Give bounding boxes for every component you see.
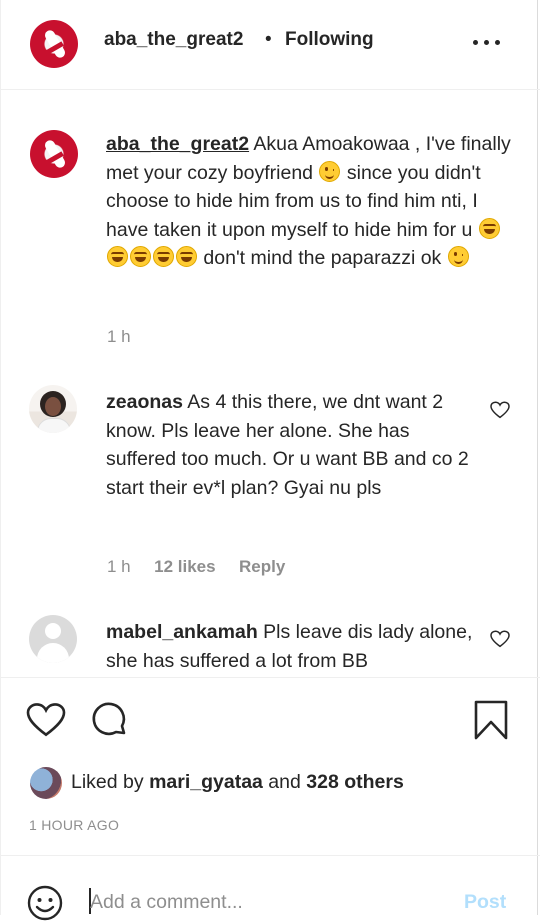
like-heart-icon[interactable] xyxy=(26,702,66,738)
laughing-emoji-icon xyxy=(153,246,174,267)
post-caption: aba_the_great2 Akua Amoakowaa , I've fin… xyxy=(106,130,516,273)
commenter-avatar[interactable] xyxy=(29,615,77,663)
post-button[interactable]: Post xyxy=(464,891,506,914)
wink-emoji-icon xyxy=(447,246,469,267)
header-username[interactable]: aba_the_great2 xyxy=(104,29,243,51)
liked-by-and: and xyxy=(262,771,307,793)
post-header: aba_the_great2 • Following xyxy=(0,0,540,90)
author-avatar[interactable] xyxy=(30,20,78,68)
liker-avatar[interactable] xyxy=(30,767,62,799)
reply-button[interactable]: Reply xyxy=(239,557,285,576)
following-button[interactable]: Following xyxy=(285,29,374,51)
caption-text-3: don't mind the paparazzi ok xyxy=(198,247,447,269)
comment-text: zeaonas As 4 this there, we dnt want 2 k… xyxy=(106,388,478,502)
liked-by-prefix: Liked by xyxy=(71,771,150,793)
liked-by-text: Liked by mari_gyataa and 328 others xyxy=(71,771,404,794)
caption-avatar[interactable] xyxy=(30,130,78,178)
wink-emoji-icon xyxy=(319,160,341,182)
laughing-emoji-icon xyxy=(107,246,128,267)
post-timestamp[interactable]: 1 HOUR AGO xyxy=(29,817,119,833)
comment-username[interactable]: zeaonas xyxy=(106,391,183,413)
emoji-picker-icon[interactable] xyxy=(26,884,64,922)
comment-text: mabel_ankamah Pls leave dis lady alone, … xyxy=(106,618,478,674)
caption-time[interactable]: 1 h xyxy=(107,327,131,347)
comment-meta: 1 h 12 likes Reply xyxy=(107,557,285,577)
caption-username[interactable]: aba_the_great2 xyxy=(106,133,249,155)
like-comment-heart-icon[interactable] xyxy=(490,401,510,419)
add-comment-bar xyxy=(0,855,540,915)
comment-username[interactable]: mabel_ankamah xyxy=(106,621,258,643)
commenter-avatar[interactable] xyxy=(29,385,77,433)
more-options-icon[interactable] xyxy=(473,28,501,54)
comment-bubble-icon[interactable] xyxy=(90,701,130,741)
laughing-emoji-icon xyxy=(130,246,151,267)
save-bookmark-icon[interactable] xyxy=(473,700,509,740)
laughing-emoji-icon xyxy=(478,217,500,239)
add-comment-input[interactable]: Add a comment... xyxy=(90,891,243,914)
laughing-emoji-icon xyxy=(176,246,197,267)
liked-by-user[interactable]: mari_gyataa xyxy=(149,771,263,793)
liked-by-others[interactable]: 328 others xyxy=(306,771,404,793)
comment-time[interactable]: 1 h xyxy=(107,557,131,576)
header-separator: • xyxy=(265,29,272,50)
comment-likes[interactable]: 12 likes xyxy=(154,557,215,576)
like-comment-heart-icon[interactable] xyxy=(490,630,510,648)
